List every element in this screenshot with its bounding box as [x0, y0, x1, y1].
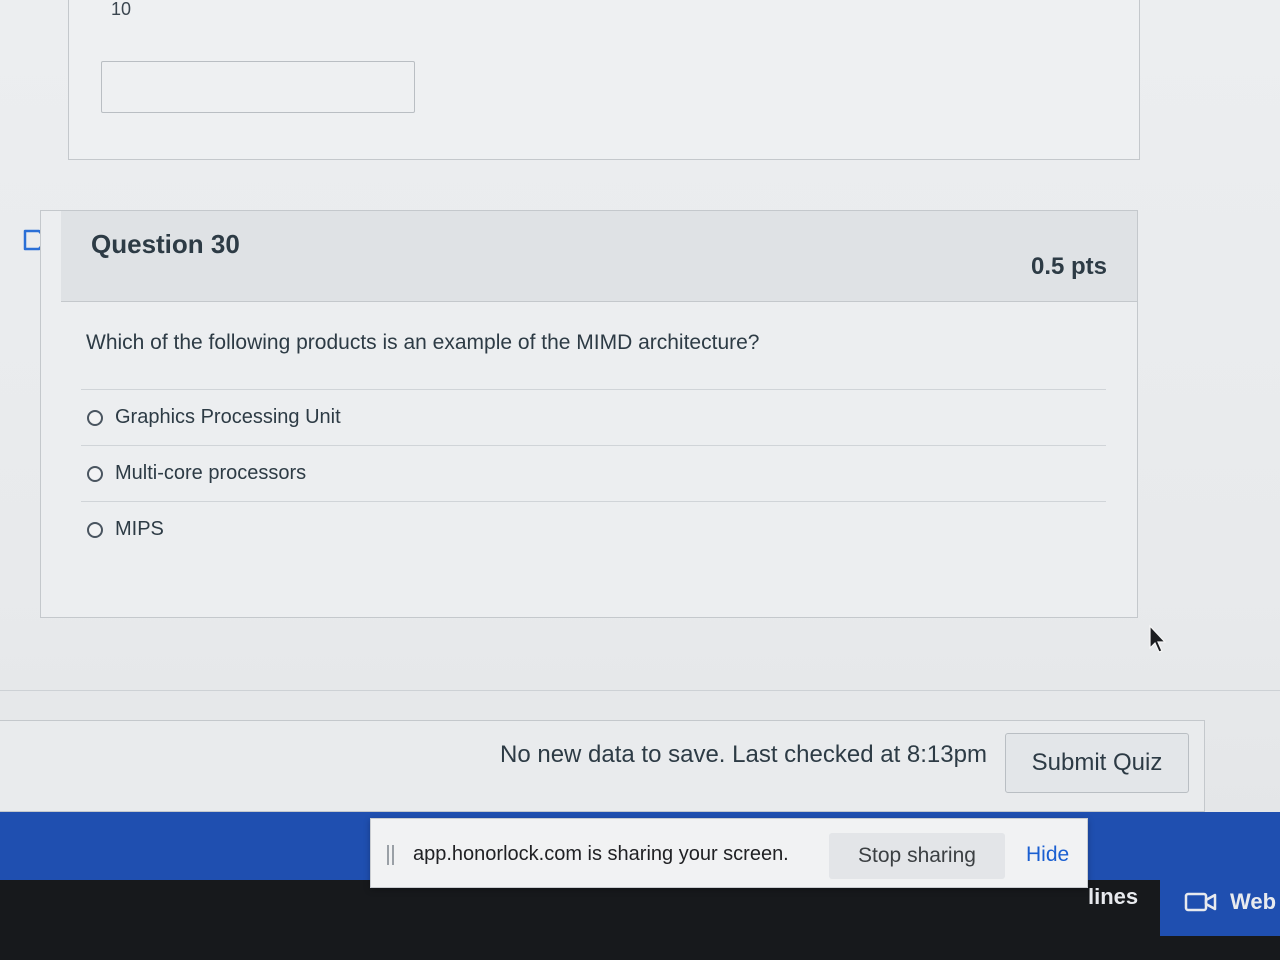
previous-answer-input[interactable] [101, 61, 415, 113]
answer-option[interactable]: Multi-core processors [81, 445, 1106, 501]
quiz-page: 10 Question 30 0.5 pts Which of the foll… [0, 0, 1280, 960]
answer-label: MIPS [115, 518, 164, 540]
question-text: Which of the following products is an ex… [86, 331, 760, 354]
screen-share-banner: app.honorlock.com is sharing your screen… [370, 818, 1088, 888]
radio-icon[interactable] [87, 409, 103, 426]
previous-question-card: 10 [68, 0, 1140, 160]
save-status: No new data to save. Last checked at 8:1… [500, 741, 987, 768]
quiz-footer: No new data to save. Last checked at 8:1… [0, 720, 1205, 812]
question-title: Question 30 [91, 229, 240, 259]
previous-question-number: 10 [111, 0, 132, 19]
camera-icon [1184, 892, 1217, 912]
radio-icon[interactable] [87, 465, 103, 482]
guidelines-tab-partial[interactable]: lines [1088, 884, 1138, 910]
webcam-tab[interactable]: Web [1160, 868, 1280, 936]
submit-quiz-button[interactable]: Submit Quiz [1005, 733, 1189, 793]
cursor-icon [1149, 624, 1167, 653]
hide-banner-link[interactable]: Hide [1026, 843, 1069, 867]
answer-label: Multi-core processors [115, 462, 307, 484]
section-divider [0, 690, 1280, 691]
answer-option[interactable]: Graphics Processing Unit [81, 389, 1106, 445]
answer-label: Graphics Processing Unit [115, 406, 341, 428]
webcam-label: Web [1230, 889, 1277, 914]
share-message: app.honorlock.com is sharing your screen… [413, 843, 789, 865]
answer-option[interactable]: MIPS [81, 501, 1106, 557]
radio-icon[interactable] [87, 521, 103, 538]
question-card: Question 30 0.5 pts Which of the followi… [40, 210, 1138, 618]
stop-sharing-button[interactable]: Stop sharing [829, 833, 1005, 879]
question-header: Question 30 0.5 pts [61, 211, 1137, 302]
question-points: 0.5 pts [1030, 253, 1107, 280]
drag-handle-icon[interactable] [387, 845, 395, 865]
answer-list: Graphics Processing Unit Multi-core proc… [81, 389, 1106, 557]
